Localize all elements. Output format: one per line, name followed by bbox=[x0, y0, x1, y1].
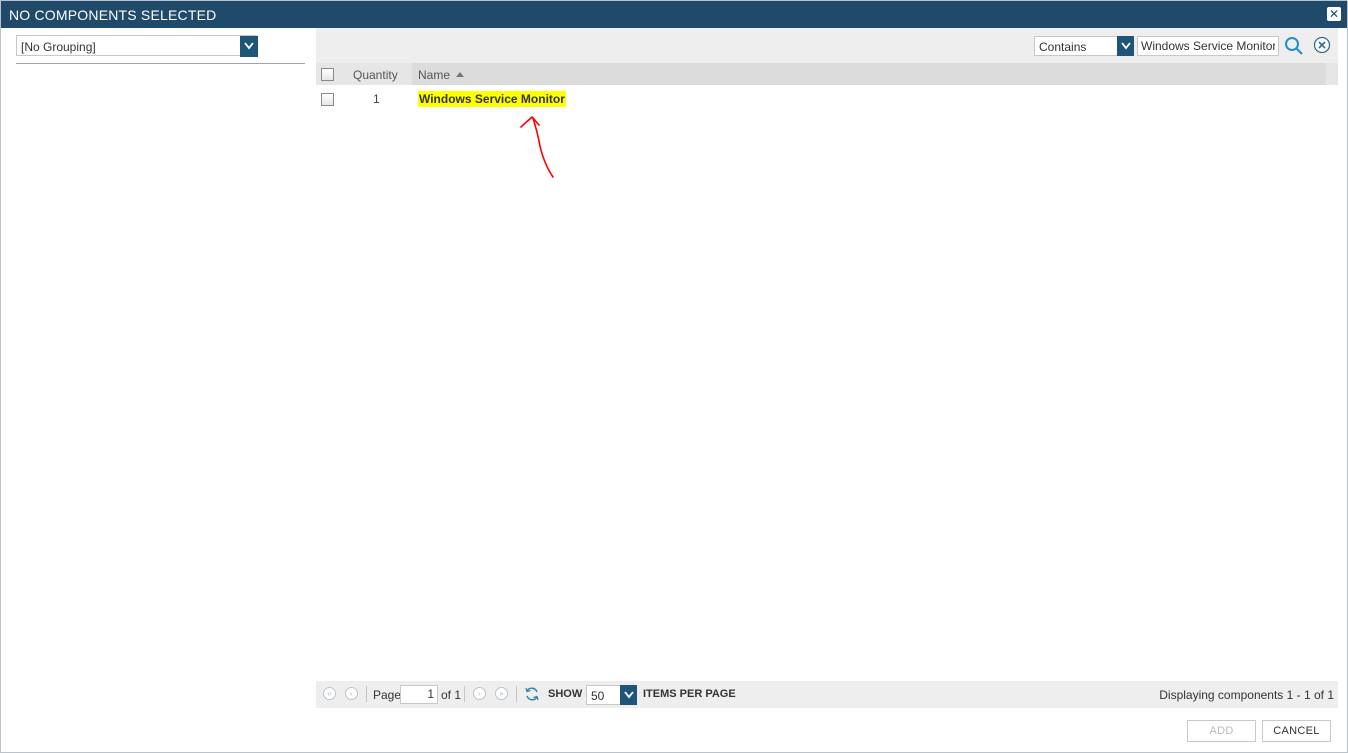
page-number-input[interactable]: 1 bbox=[400, 685, 438, 704]
displaying-status: Displaying components 1 - 1 of 1 bbox=[1159, 688, 1334, 702]
filter-operator-value: Contains bbox=[1039, 40, 1087, 54]
select-all-checkbox[interactable] bbox=[321, 68, 334, 81]
items-per-page-label: ITEMS PER PAGE bbox=[643, 688, 736, 700]
separator bbox=[366, 686, 367, 702]
column-header-name-cell[interactable]: Name bbox=[412, 63, 1326, 85]
search-icon[interactable] bbox=[1284, 36, 1304, 56]
separator bbox=[516, 686, 517, 702]
close-icon[interactable]: ✕ bbox=[1327, 7, 1341, 21]
grid-header: Quantity Name bbox=[316, 63, 1326, 85]
grouping-value: [No Grouping] bbox=[21, 40, 96, 54]
previous-page-icon[interactable]: ‹ bbox=[345, 687, 358, 700]
title-bar: NO COMPONENTS SELECTED ✕ bbox=[1, 1, 1347, 28]
components-pane: Contains Quantity Name bbox=[316, 28, 1338, 708]
add-button[interactable]: ADD bbox=[1187, 720, 1256, 742]
show-label: SHOW bbox=[548, 688, 583, 700]
component-dialog: NO COMPONENTS SELECTED ✕ [No Grouping] C… bbox=[0, 0, 1348, 753]
clear-icon[interactable] bbox=[1313, 36, 1331, 54]
last-page-icon[interactable]: » bbox=[495, 687, 508, 700]
dialog-title: NO COMPONENTS SELECTED bbox=[9, 7, 217, 23]
paging-toolbar: « ‹ Page 1 of 1 › » SHOW 50 ITEMS PER PA… bbox=[316, 681, 1338, 708]
grid-header-filler bbox=[1326, 63, 1338, 85]
first-page-icon[interactable]: « bbox=[323, 687, 336, 700]
refresh-icon[interactable] bbox=[524, 686, 540, 702]
chevron-down-icon[interactable] bbox=[620, 685, 637, 705]
separator bbox=[464, 686, 465, 702]
search-input[interactable] bbox=[1137, 36, 1279, 56]
page-count: of 1 bbox=[441, 688, 462, 702]
chevron-down-icon[interactable] bbox=[240, 36, 258, 57]
grouping-select[interactable]: [No Grouping] bbox=[16, 35, 258, 57]
row-quantity: 1 bbox=[373, 92, 380, 106]
grouping-pane: [No Grouping] bbox=[16, 35, 305, 695]
filter-toolbar: Contains bbox=[316, 28, 1338, 63]
annotation-arrow bbox=[520, 116, 554, 178]
page-size-value: 50 bbox=[591, 689, 605, 703]
next-page-icon[interactable]: › bbox=[473, 687, 486, 700]
divider bbox=[16, 63, 305, 64]
row-checkbox[interactable] bbox=[321, 93, 334, 106]
row-name[interactable]: Windows Service Monitor bbox=[418, 91, 566, 107]
chevron-down-icon[interactable] bbox=[1117, 36, 1134, 56]
sort-ascending-icon bbox=[456, 72, 464, 77]
column-header-quantity[interactable]: Quantity bbox=[353, 68, 398, 82]
page-label: Page bbox=[373, 688, 402, 702]
cancel-button[interactable]: CANCEL bbox=[1262, 720, 1331, 742]
column-header-name[interactable]: Name bbox=[418, 68, 450, 82]
table-row[interactable]: 1 Windows Service Monitor bbox=[316, 87, 1338, 111]
